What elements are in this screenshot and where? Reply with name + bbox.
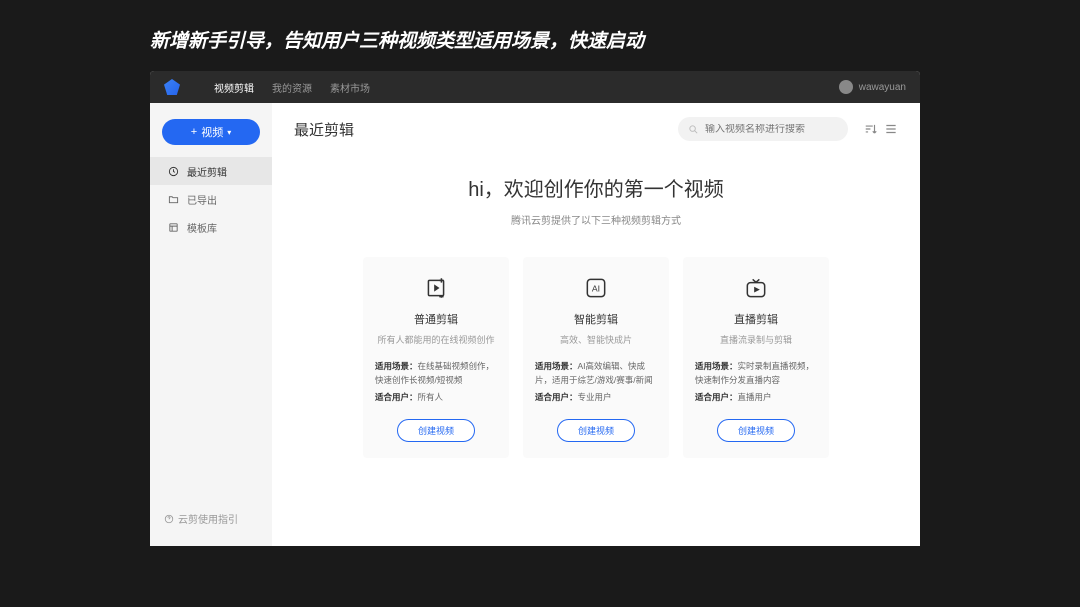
search-box[interactable] [678,117,848,141]
app-body: + 视频 ▾ 最近剪辑 已导出 模板库 [150,103,920,546]
annotation-text: 新增新手引导，告知用户三种视频类型适用场景，快速启动 [0,0,1080,71]
sidebar: + 视频 ▾ 最近剪辑 已导出 模板库 [150,103,272,546]
main-header: 最近剪辑 [294,117,898,141]
folder-icon [168,194,179,205]
card-scene: 适用场景：在线基础视频创作，快速创作长视频/短视频 [375,360,497,387]
sidebar-item-recent[interactable]: 最近剪辑 [150,157,272,185]
card-row: 普通剪辑 所有人都能用的在线视频创作 适用场景：在线基础视频创作，快速创作长视频… [294,257,898,458]
template-icon [168,222,179,233]
ai-icon: AI [583,275,609,301]
card-subtitle: 高效、智能快成片 [535,333,657,346]
card-subtitle: 直播流录制与剪辑 [695,333,817,346]
main-panel: 最近剪辑 hi，欢迎创作你的第一个视频 腾讯云剪提供了以下三种视频剪辑方式 [272,103,920,546]
sidebar-item-label: 已导出 [187,192,217,207]
welcome-block: hi，欢迎创作你的第一个视频 腾讯云剪提供了以下三种视频剪辑方式 [294,173,898,227]
card-title: 智能剪辑 [535,311,657,327]
card-subtitle: 所有人都能用的在线视频创作 [375,333,497,346]
card-scene: 适用场景：实时录制直播视频，快速制作分发直播内容 [695,360,817,387]
sort-icon[interactable] [864,122,878,136]
sidebar-footer-guide[interactable]: 云剪使用指引 [150,501,272,536]
card-title: 普通剪辑 [375,311,497,327]
card-scene: 适用场景：AI高效编辑、快成片，适用于综艺/游戏/赛事/新闻 [535,360,657,387]
page-title: 最近剪辑 [294,119,354,140]
plus-icon: + [191,126,197,138]
create-button[interactable]: 创建视频 [717,419,795,442]
list-view-icon[interactable] [884,122,898,136]
sidebar-footer-label: 云剪使用指引 [178,511,238,526]
topbar: 视频剪辑 我的资源 素材市场 wawayuan [150,71,920,103]
sidebar-item-exported[interactable]: 已导出 [150,185,272,213]
card-smart-edit: AI 智能剪辑 高效、智能快成片 适用场景：AI高效编辑、快成片，适用于综艺/游… [523,257,669,458]
nav-item-resources[interactable]: 我的资源 [272,80,312,95]
nav-item-editor[interactable]: 视频剪辑 [214,80,254,95]
card-user: 适合用户：专业用户 [535,391,657,405]
chevron-down-icon: ▾ [227,128,231,137]
card-normal-edit: 普通剪辑 所有人都能用的在线视频创作 适用场景：在线基础视频创作，快速创作长视频… [363,257,509,458]
create-button[interactable]: 创建视频 [397,419,475,442]
username: wawayuan [859,82,906,93]
new-button-label: 视频 [201,124,223,140]
clip-icon [423,275,449,301]
nav-item-market[interactable]: 素材市场 [330,80,370,95]
create-button[interactable]: 创建视频 [557,419,635,442]
sidebar-item-label: 最近剪辑 [187,164,227,179]
card-user: 适合用户：所有人 [375,391,497,405]
live-icon [743,275,769,301]
welcome-subheading: 腾讯云剪提供了以下三种视频剪辑方式 [294,212,898,227]
new-video-button[interactable]: + 视频 ▾ [162,119,260,145]
clock-icon [168,166,179,177]
app-logo [164,79,180,95]
svg-text:AI: AI [592,283,600,293]
sidebar-item-label: 模板库 [187,220,217,235]
card-live-edit: 直播剪辑 直播流录制与剪辑 适用场景：实时录制直播视频，快速制作分发直播内容 适… [683,257,829,458]
app-window: 视频剪辑 我的资源 素材市场 wawayuan + 视频 ▾ 最近剪辑 [150,71,920,546]
welcome-heading: hi，欢迎创作你的第一个视频 [294,173,898,202]
avatar[interactable] [839,80,853,94]
card-title: 直播剪辑 [695,311,817,327]
sidebar-item-templates[interactable]: 模板库 [150,213,272,241]
help-icon [164,514,174,524]
search-input[interactable] [705,124,838,135]
card-user: 适合用户：直播用户 [695,391,817,405]
search-icon [688,124,699,135]
